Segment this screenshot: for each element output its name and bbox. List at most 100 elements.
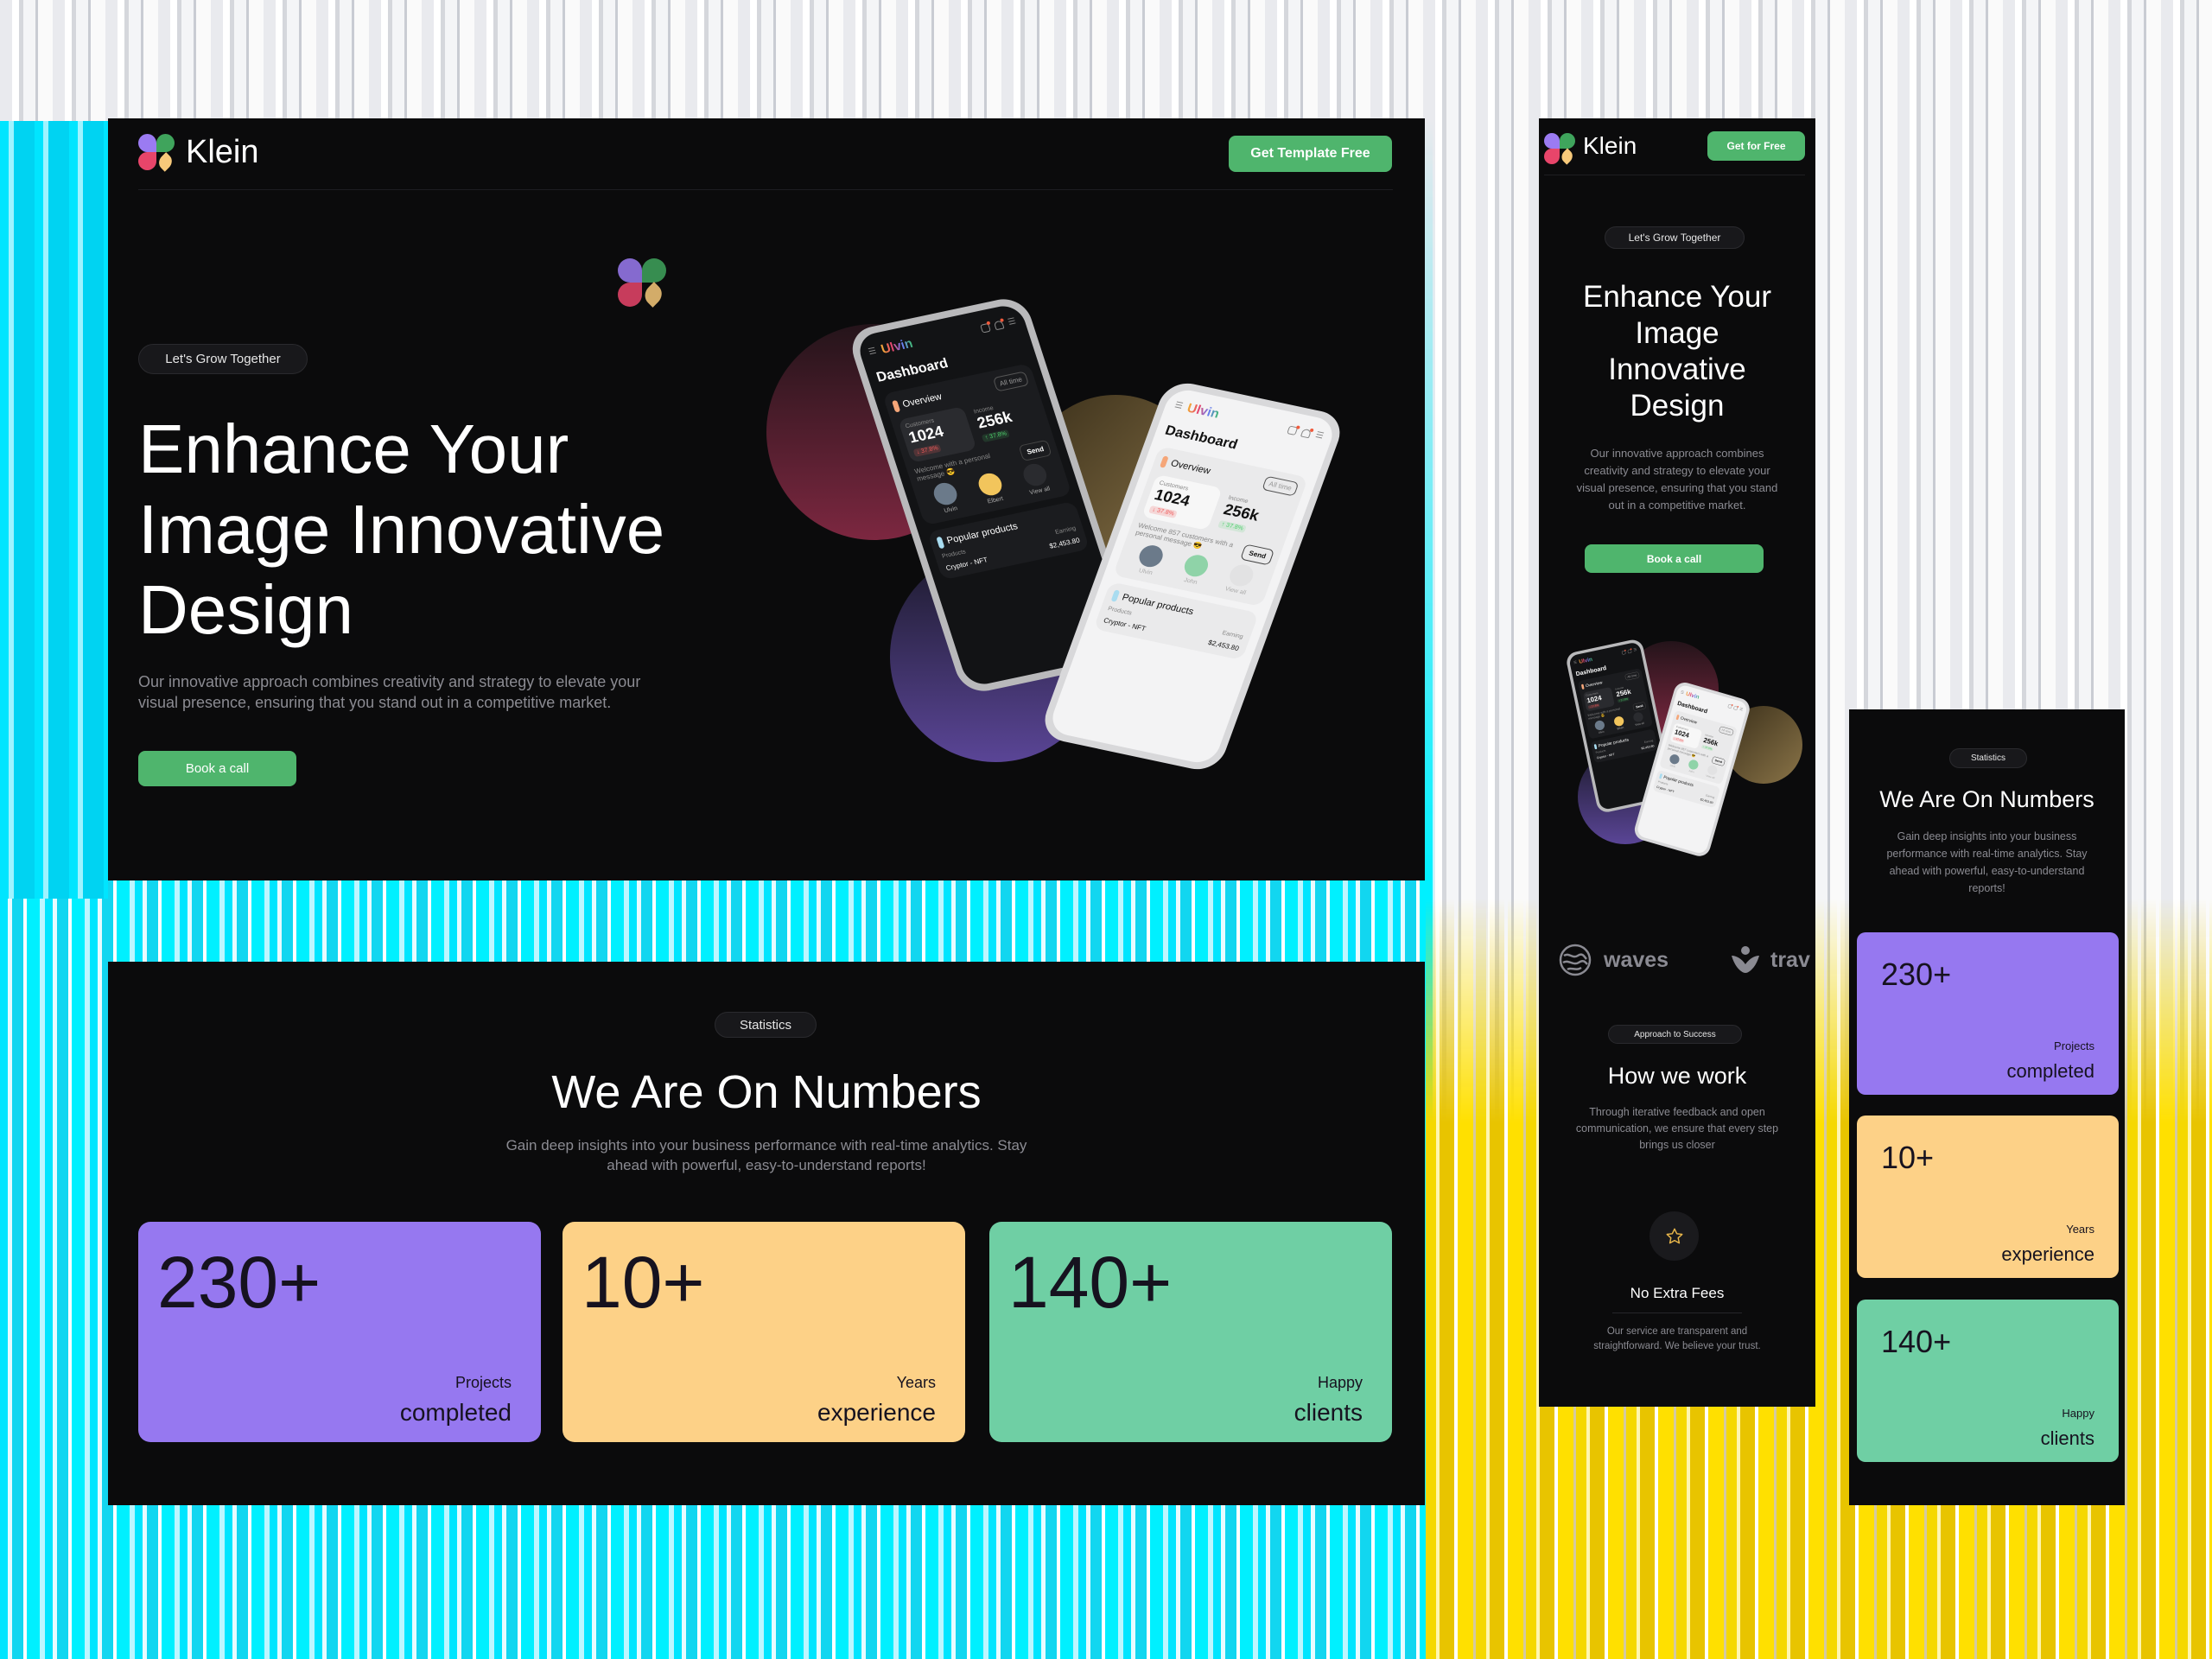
mobile-hero-frame: Klein Get for Free Let's Grow Together E…: [1539, 118, 1815, 1407]
stat-card-projects: 230+ Projects completed: [1857, 932, 2119, 1095]
stat-label-bottom: clients: [2040, 1427, 2094, 1449]
overview-panel: Overview All time Customers 1024 ↓ 37.8% Inco…: [1577, 668, 1654, 740]
tag-icon: [1658, 773, 1663, 779]
overview-panel: Overview All time Customers 1024 ↓ 37.8% Inco…: [1112, 446, 1309, 607]
menu-icon: ☰: [1573, 660, 1578, 665]
tag-icon: [1580, 683, 1585, 690]
send-button: Send: [1018, 439, 1052, 461]
stat-value: 230+: [157, 1242, 321, 1323]
avatar: Ulvin: [1593, 719, 1606, 734]
stat-card-clients: 140+ Happy clients: [1857, 1300, 2119, 1462]
bell-icon: [1627, 649, 1632, 654]
range-dropdown: All time: [1718, 726, 1734, 736]
get-free-button[interactable]: Get for Free: [1707, 131, 1805, 161]
bell-icon: [1733, 705, 1738, 710]
stats-description: Gain deep insights into your business pe…: [1886, 830, 2088, 894]
message-icon: [1727, 703, 1732, 709]
avatar: John: [1179, 552, 1211, 587]
stat-value: 10+: [582, 1242, 705, 1323]
star-icon: [1666, 1228, 1682, 1243]
stat-label-top: Projects: [2054, 1039, 2094, 1052]
waves-globe-icon: [1559, 944, 1592, 976]
partner-logo-trav: trav: [1729, 944, 1810, 976]
stat-label-bottom: completed: [399, 1399, 512, 1426]
avatar: Ulvin: [931, 480, 963, 515]
app-logo: Ulvin: [1578, 656, 1593, 665]
hero-description: Our innovative approach combines creativ…: [138, 673, 641, 711]
brand-name: Klein: [186, 134, 259, 170]
app-logo: Ulvin: [1685, 690, 1700, 701]
book-call-button[interactable]: Book a call: [138, 751, 296, 786]
tag-icon: [891, 399, 901, 413]
menu-icon: ☰: [1633, 647, 1637, 652]
app-logo: Ulvin: [1185, 400, 1222, 422]
feature-description: Our service are transparent and straight…: [1593, 1326, 1761, 1351]
stat-value: 140+: [1881, 1324, 1952, 1359]
stat-label-bottom: clients: [1294, 1399, 1363, 1426]
bell-icon: [993, 320, 1005, 330]
bell-icon: [1300, 428, 1313, 438]
tag-icon: [1160, 454, 1169, 468]
avatar: Ulvin: [1668, 753, 1681, 769]
app-logo: Ulvin: [879, 336, 915, 357]
header-divider: [138, 189, 1393, 190]
stats-description: Gain deep insights into your business pe…: [505, 1137, 1027, 1173]
message-icon: [1621, 650, 1626, 655]
stat-label-top: Years: [896, 1374, 936, 1391]
stat-label-bottom: experience: [817, 1399, 936, 1426]
tag-icon: [1593, 743, 1598, 750]
desktop-hero-frame: Klein Get Template Free Let's Grow Toget…: [108, 118, 1425, 880]
send-button: Send: [1240, 543, 1275, 565]
avatar: Elbert: [976, 471, 1007, 505]
tag-icon: [1675, 714, 1680, 721]
desktop-stats-frame: Statistics We Are On Numbers Gain deep i…: [108, 962, 1425, 1505]
overview-panel: Overview All time Customers 1024 ↓ 37.8% Inco…: [882, 363, 1072, 526]
stat-card-projects: 230+ Projects completed: [138, 1222, 541, 1442]
stat-value: 230+: [1881, 957, 1952, 992]
person-leaf-icon: [1732, 946, 1759, 973]
stat-value: 10+: [1881, 1140, 1935, 1175]
stat-label-top: Years: [2066, 1223, 2094, 1236]
mobile-stats-frame: Statistics We Are On Numbers Gain deep i…: [1849, 709, 2125, 1505]
stats-badge: Statistics: [1949, 748, 2027, 768]
hero-description: Our innovative approach combines creativ…: [1576, 447, 1778, 512]
brand-name: Klein: [1583, 132, 1637, 159]
view-all-button: View all: [1020, 461, 1052, 496]
menu-icon: ☰: [867, 346, 878, 358]
stat-card-years: 10+ Years experience: [563, 1222, 965, 1442]
process-description: Through iterative feedback and open comm…: [1575, 1106, 1779, 1151]
tag-icon: [936, 536, 945, 550]
stat-label-top: Happy: [2062, 1407, 2094, 1420]
range-dropdown: All time: [992, 371, 1030, 392]
stat-label-bottom: completed: [2006, 1060, 2094, 1082]
overview-label: Overview: [1680, 715, 1698, 725]
overview-label: Overview: [900, 391, 944, 410]
hero-title: Enhance Your Image Innovative Design: [1583, 280, 1771, 423]
avatar: John: [1687, 759, 1700, 774]
hero-title: Enhance Your Image Innovative Design: [138, 410, 665, 648]
process-badge: Approach to Success: [1608, 1025, 1742, 1044]
message-icon: [979, 322, 991, 334]
view-all-button: View all: [1224, 562, 1256, 596]
stats-badge: Statistics: [715, 1012, 817, 1038]
stat-value: 140+: [1008, 1242, 1173, 1323]
klein-logo-icon[interactable]: [138, 134, 175, 172]
get-template-button[interactable]: Get Template Free: [1229, 136, 1392, 172]
range-dropdown: All time: [1624, 671, 1640, 681]
menu-icon: ☰: [1738, 707, 1744, 712]
hero-badge: Let's Grow Together: [1605, 226, 1745, 249]
overview-label: Overview: [1169, 458, 1212, 476]
stat-card-years: 10+ Years experience: [1857, 1116, 2119, 1278]
feature-title: No Extra Fees: [1630, 1285, 1725, 1301]
stat-label-top: Happy: [1317, 1374, 1363, 1391]
partner-logo-waves: waves: [1559, 944, 1669, 976]
process-title: How we work: [1607, 1063, 1747, 1089]
book-call-button[interactable]: Book a call: [1585, 544, 1764, 573]
background-cyan-strip-left: [0, 121, 108, 899]
stats-title: We Are On Numbers: [1879, 786, 2094, 812]
view-all-button: View all: [1632, 711, 1644, 727]
klein-logo-icon[interactable]: [1544, 133, 1576, 166]
range-dropdown: All time: [1261, 475, 1300, 497]
hero-badge: Let's Grow Together: [138, 344, 308, 374]
tag-icon: [1110, 589, 1121, 602]
